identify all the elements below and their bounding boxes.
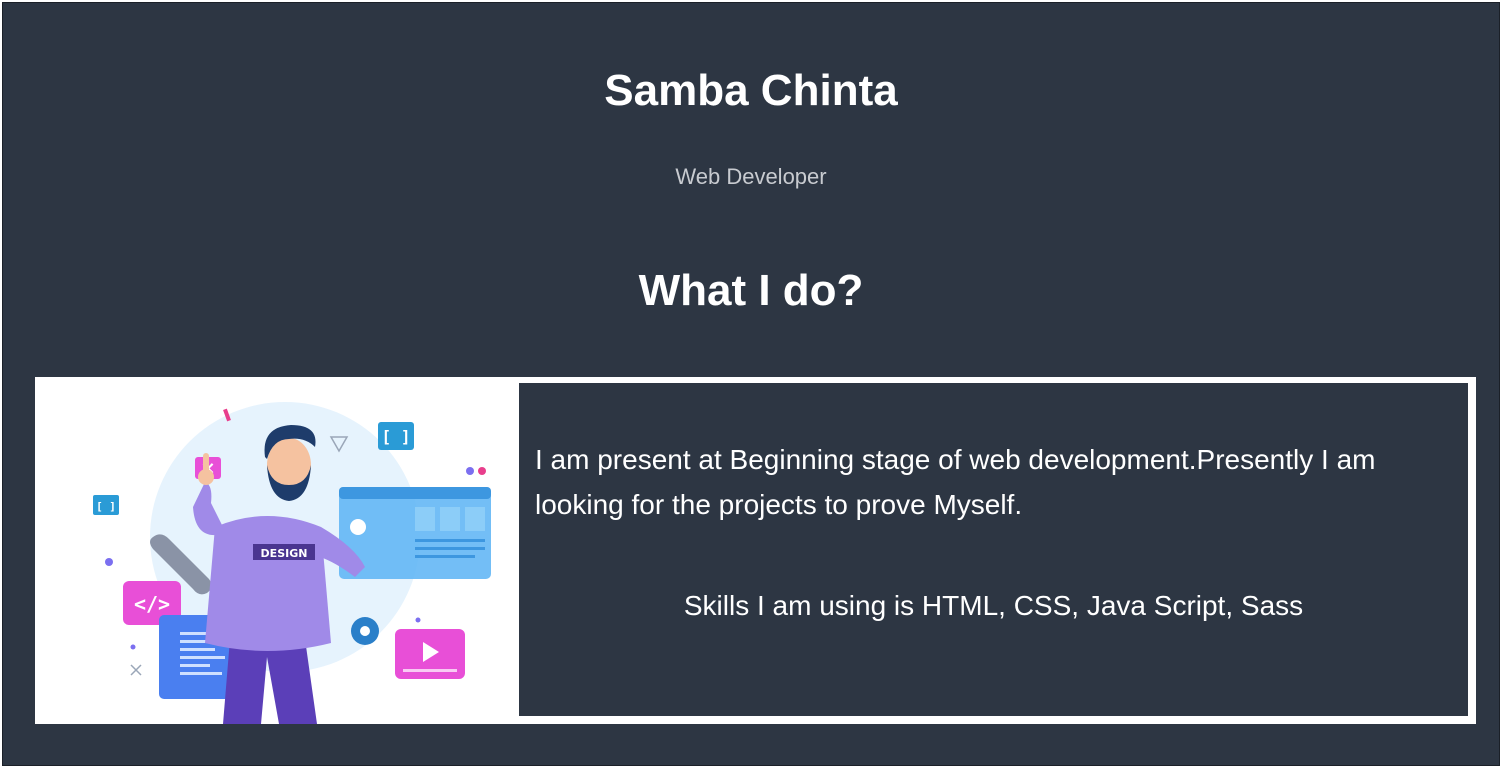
skills-text: Skills I am using is HTML, CSS, Java Scr… bbox=[683, 590, 1304, 621]
developer-name: Samba Chinta bbox=[604, 66, 898, 115]
svg-text:[ ]: [ ] bbox=[382, 427, 411, 446]
svg-text:</>: </> bbox=[134, 592, 170, 616]
svg-text:DESIGN: DESIGN bbox=[261, 547, 308, 560]
about-panel: [ ] [ ] × </> bbox=[35, 377, 1476, 724]
developer-role: Web Developer bbox=[675, 164, 827, 189]
developer-illustration: [ ] [ ] × </> bbox=[35, 377, 513, 724]
portfolio-page: Samba Chinta Web Developer What I do? [ … bbox=[2, 2, 1500, 766]
about-text-box: I am present at Beginning stage of web d… bbox=[519, 383, 1468, 716]
what-i-do-heading: What I do? bbox=[638, 266, 864, 315]
svg-text:[ ]: [ ] bbox=[96, 500, 116, 513]
about-description: I am present at Beginning stage of web d… bbox=[535, 444, 1376, 520]
